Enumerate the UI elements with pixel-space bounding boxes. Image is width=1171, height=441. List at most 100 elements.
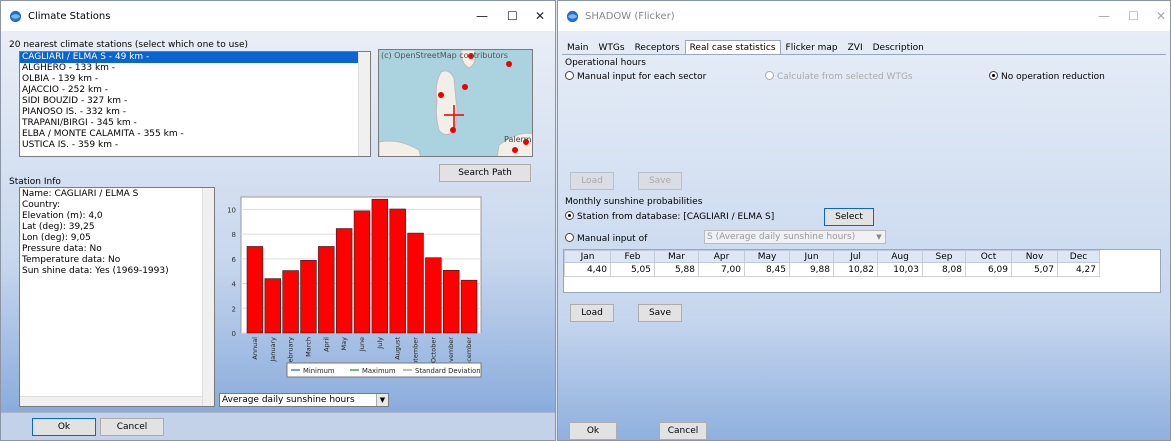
app-globe-icon: [9, 10, 22, 22]
month-header: Jun: [789, 250, 834, 263]
chevron-down-icon[interactable]: ▼: [376, 394, 388, 406]
ok-button[interactable]: Ok: [32, 418, 96, 436]
info-hscrollbar[interactable]: [20, 396, 202, 406]
save-button[interactable]: Save: [638, 304, 682, 322]
select-button[interactable]: Select: [824, 208, 874, 226]
station-info-line: Temperature data: No: [22, 255, 121, 265]
chart-bar: [300, 260, 317, 334]
op-none-radio[interactable]: No operation reduction: [989, 71, 1105, 82]
y-tick-label: 8: [232, 231, 236, 239]
save-button-disabled[interactable]: Save: [638, 172, 682, 190]
chart-bar: [371, 198, 389, 334]
station-list-item[interactable]: OLBIA - 139 km -: [20, 74, 370, 85]
search-path-button[interactable]: Search Path: [439, 164, 531, 182]
month-value-cell[interactable]: 8,08: [922, 262, 966, 277]
month-header: Feb: [610, 250, 655, 263]
station-list-item[interactable]: ALGHERO - 133 km -: [20, 63, 370, 74]
station-info-line: Pressure data: No: [22, 244, 102, 254]
station-info-label: Station Info: [9, 177, 61, 187]
month-value-cell[interactable]: 5,88: [654, 262, 699, 277]
operational-hours-label: Operational hours: [565, 58, 646, 68]
op-manual-radio[interactable]: Manual input for each sector: [565, 71, 706, 82]
chart-bar: [407, 232, 424, 334]
month-value-cell[interactable]: 10,82: [833, 262, 878, 277]
station-list-item[interactable]: PIANOSO IS. - 332 km -: [20, 107, 370, 118]
radio-icon: [565, 211, 574, 220]
cancel-button[interactable]: Cancel: [659, 422, 707, 440]
month-header: Nov: [1011, 250, 1058, 263]
map-city-label: Palerm: [504, 135, 532, 144]
manual-input-radio[interactable]: Manual input of: [565, 233, 647, 244]
station-map[interactable]: (c) OpenStreetMap contributors Palerm: [378, 49, 533, 157]
chart-type-select[interactable]: Average daily sunshine hours ▼: [219, 393, 389, 407]
station-list-item[interactable]: USTICA IS. - 359 km -: [20, 140, 370, 151]
radio-icon: [989, 71, 998, 80]
close-button[interactable]: ✕: [1156, 9, 1166, 23]
close-button[interactable]: ✕: [535, 9, 545, 23]
minimize-button[interactable]: —: [476, 9, 488, 23]
station-info-box: Name: CAGLIARI / ELMA S Country: Elevation…: [19, 187, 215, 407]
op-calculate-radio[interactable]: Calculate from selected WTGs: [765, 71, 913, 82]
month-value-cell[interactable]: 6,09: [965, 262, 1012, 277]
radio-icon: [565, 71, 574, 80]
maximize-button[interactable]: ☐: [1128, 9, 1139, 23]
x-tick-label: April: [322, 337, 330, 352]
manual-input-combo[interactable]: S (Average daily sunshine hours) ▼: [704, 230, 886, 244]
monthly-sunshine-label: Monthly sunshine probabilities: [565, 197, 703, 207]
chart-bar: [318, 246, 335, 334]
month-value-cell[interactable]: 7,00: [698, 262, 745, 277]
legend-label: Minimum: [303, 367, 335, 375]
tab-wtgs[interactable]: WTGs: [594, 40, 630, 55]
load-button-disabled[interactable]: Load: [570, 172, 614, 190]
month-value-cell[interactable]: 5,07: [1011, 262, 1058, 277]
month-value-cell[interactable]: 5,05: [610, 262, 655, 277]
month-header: Oct: [965, 250, 1012, 263]
x-tick-label: January: [269, 337, 277, 363]
station-info-line: Lat (deg): 39,25: [22, 222, 95, 232]
maximize-button[interactable]: ☐: [507, 9, 518, 23]
month-header: May: [744, 250, 790, 263]
chevron-down-icon[interactable]: ▼: [873, 231, 885, 243]
month-header: Dec: [1057, 250, 1100, 263]
month-value-cell[interactable]: 8,45: [744, 262, 790, 277]
info-scrollbar[interactable]: [202, 188, 214, 406]
chart-bar: [425, 257, 442, 334]
chart-bar: [335, 228, 353, 334]
radio-icon: [565, 233, 574, 242]
chart-bar: [389, 208, 406, 334]
ok-button[interactable]: Ok: [569, 422, 617, 440]
stations-scrollbar[interactable]: [358, 52, 370, 156]
month-header: Sep: [922, 250, 966, 263]
tab-zvi[interactable]: ZVI: [843, 40, 868, 55]
chart-bar: [443, 270, 460, 334]
station-list-item[interactable]: AJACCIO - 252 km -: [20, 85, 370, 96]
load-button[interactable]: Load: [570, 304, 614, 322]
station-db-radio[interactable]: Station from database: [CAGLIARI / ELMA …: [565, 211, 774, 222]
month-value-cell[interactable]: 4,27: [1057, 262, 1100, 277]
tab-description[interactable]: Description: [868, 40, 929, 55]
station-list-item[interactable]: SIDI BOUZID - 327 km -: [20, 96, 370, 107]
station-info-line: Country:: [22, 200, 61, 210]
month-value-cell[interactable]: 4,40: [564, 262, 611, 277]
month-value-cell[interactable]: 10,03: [877, 262, 923, 277]
station-list-item[interactable]: CAGLIARI / ELMA S - 49 km -: [20, 52, 370, 63]
climate-titlebar: Climate Stations — ☐ ✕: [1, 1, 555, 31]
manual-input-value: S (Average daily sunshine hours): [707, 232, 856, 242]
tab-flicker-map[interactable]: Flicker map: [781, 40, 843, 55]
x-tick-label: August: [394, 337, 402, 360]
station-info-line: Name: CAGLIARI / ELMA S: [22, 189, 139, 199]
tab-main[interactable]: Main: [562, 40, 594, 55]
tab-receptors[interactable]: Receptors: [630, 40, 685, 55]
sunshine-chart: 0 2 4 6 8 10 Annual January February March April Ma…: [219, 187, 489, 383]
cancel-button[interactable]: Cancel: [100, 418, 164, 436]
tab-real-case-statistics[interactable]: Real case statistics: [684, 40, 781, 55]
chart-svg: 0 2 4 6 8 10 Annual January February March April Ma…: [227, 196, 482, 378]
stations-listbox[interactable]: CAGLIARI / ELMA S - 49 km - ALGHERO - 133…: [19, 51, 371, 157]
month-value-cell[interactable]: 9,88: [789, 262, 834, 277]
minimize-button[interactable]: —: [1098, 9, 1110, 23]
station-list-item[interactable]: ELBA / MONTE CALAMITA - 355 km -: [20, 129, 370, 140]
month-header: Aug: [877, 250, 923, 263]
chart-bar: [246, 246, 264, 334]
climate-stations-window: Climate Stations — ☐ ✕ 20 nearest climat…: [0, 0, 556, 441]
station-list-item[interactable]: TRAPANI/BIRGI - 345 km -: [20, 118, 370, 129]
